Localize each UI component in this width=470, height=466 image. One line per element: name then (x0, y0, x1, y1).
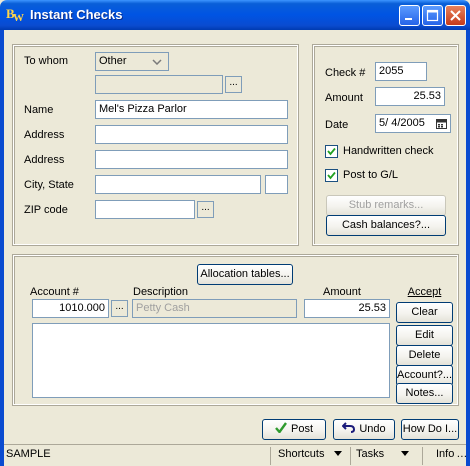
edit-button[interactable]: Edit (396, 325, 453, 346)
account-number-header: Account # (30, 286, 79, 298)
window-frame-right (466, 30, 470, 466)
minimize-icon (405, 18, 412, 20)
maximize-icon (426, 9, 439, 22)
status-text: SAMPLE (6, 448, 51, 460)
shortcuts-menu[interactable]: Shortcuts (278, 448, 342, 460)
app-logo-icon: BW (6, 6, 24, 24)
date-label: Date (325, 119, 349, 131)
post-button[interactable]: Post (262, 419, 326, 440)
city-state-label: City, State (24, 179, 74, 191)
allocation-amount-field[interactable]: 25.53 (304, 299, 390, 318)
chevron-down-icon (152, 59, 162, 65)
zip-label: ZIP code (24, 204, 68, 216)
status-separator (422, 447, 423, 465)
description-header: Description (133, 286, 189, 298)
amount-label: Amount (325, 92, 363, 104)
payee-browse-button[interactable]: ... (225, 76, 242, 93)
stub-remarks-button[interactable]: Stub remarks... (326, 195, 446, 216)
check-number-label: Check # (325, 67, 366, 79)
status-bar: SAMPLE Shortcuts Tasks Info… (4, 444, 467, 466)
amount-field[interactable]: 25.53 (375, 87, 445, 106)
date-field[interactable]: 5/ 4/2005 (375, 114, 451, 133)
title-bar[interactable]: BW Instant Checks (0, 0, 470, 30)
zip-field[interactable] (95, 200, 195, 219)
cash-balances-button[interactable]: Cash balances?... (326, 215, 446, 236)
accept-button[interactable]: Accept (396, 282, 453, 303)
address2-field[interactable] (95, 150, 288, 169)
handwritten-check-label: Handwritten check (343, 145, 434, 157)
status-separator (270, 447, 271, 465)
address1-label: Address (24, 129, 65, 141)
description-field: Petty Cash (132, 299, 297, 318)
info-menu[interactable]: Info… (436, 448, 467, 460)
address1-field[interactable] (95, 125, 288, 144)
chevron-down-icon (401, 451, 410, 456)
allocation-tables-button[interactable]: Allocation tables... (197, 264, 293, 285)
to-whom-select[interactable]: Other (95, 52, 169, 71)
notes-button[interactable]: Notes... (396, 383, 453, 404)
window-frame-left (0, 30, 4, 466)
city-field[interactable] (95, 175, 261, 194)
clear-button[interactable]: Clear (396, 302, 453, 323)
status-separator (350, 447, 351, 465)
close-icon (450, 10, 461, 21)
close-button[interactable] (445, 5, 466, 26)
minimize-button[interactable] (399, 5, 420, 26)
post-to-gl-label: Post to G/L (343, 169, 399, 181)
payee-code-field (95, 75, 223, 94)
tasks-menu[interactable]: Tasks (356, 448, 410, 460)
account-number-field[interactable]: 1010.000 (32, 299, 109, 318)
address2-label: Address (24, 154, 65, 166)
undo-button[interactable]: Undo (333, 419, 395, 440)
chevron-down-icon (333, 451, 342, 456)
name-field[interactable]: Mel's Pizza Parlor (95, 100, 288, 119)
post-to-gl-checkbox[interactable] (325, 169, 338, 182)
check-number-field[interactable]: 2055 (375, 62, 427, 81)
checkmark-icon (327, 147, 336, 156)
window-title: Instant Checks (30, 7, 123, 22)
amount-header: Amount (323, 286, 361, 298)
to-whom-label: To whom (24, 55, 69, 67)
how-do-i-button[interactable]: How Do I... (401, 419, 459, 440)
undo-icon (341, 422, 356, 433)
delete-button[interactable]: Delete (396, 345, 453, 366)
checkmark-icon (327, 171, 336, 180)
zip-browse-button[interactable]: ... (197, 201, 214, 218)
checkmark-icon (275, 422, 287, 434)
name-label: Name (24, 104, 54, 116)
handwritten-check-checkbox[interactable] (325, 145, 338, 158)
calendar-icon[interactable] (436, 118, 447, 129)
instant-checks-window: BW Instant Checks To whom Other ... Name… (0, 0, 470, 466)
account-browse-button[interactable]: ... (111, 300, 128, 317)
maximize-button[interactable] (422, 5, 443, 26)
allocation-list[interactable] (32, 323, 390, 398)
state-field[interactable] (265, 175, 288, 194)
